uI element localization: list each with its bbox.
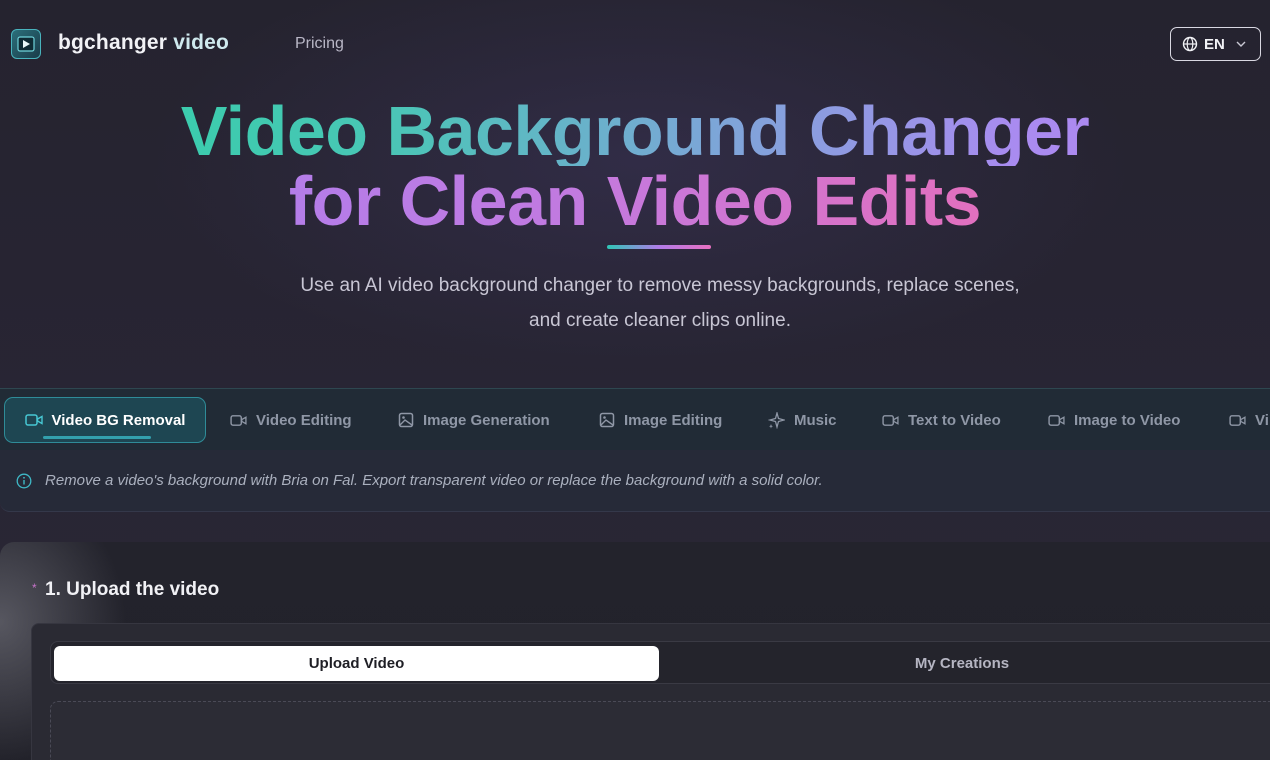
header: bgchanger video Pricing EN: [0, 0, 1270, 88]
info-icon: [16, 473, 32, 488]
tab-video-editing[interactable]: Video Editing: [230, 397, 352, 443]
video-camera-icon: [1229, 414, 1246, 426]
tab-image-editing[interactable]: Image Editing: [599, 397, 722, 443]
tab-label: Video BG Removal: [51, 411, 186, 429]
brand-name-part1: bgchanger: [58, 31, 168, 54]
tab-image-generation[interactable]: Image Generation: [398, 397, 550, 443]
tool-description-text: Remove a video's background with Bria on…: [45, 472, 823, 489]
hero-title-line1: Video Background Changer: [0, 96, 1270, 166]
video-camera-icon: [230, 414, 247, 426]
tab-label: Vi: [1255, 411, 1269, 429]
tab-label: Image to Video: [1074, 411, 1181, 429]
step-title: 1. Upload the video: [45, 579, 220, 600]
tab-label: Video Editing: [256, 411, 352, 429]
tab-image-to-video[interactable]: Image to Video: [1048, 397, 1180, 443]
video-camera-icon: [1048, 414, 1065, 426]
hero-title: Video Background Changer for Clean Video…: [0, 96, 1270, 236]
brand-name-part2: video: [173, 31, 230, 54]
tab-music[interactable]: Music: [768, 397, 837, 443]
tab-label: Music: [794, 411, 837, 429]
video-camera-icon: [24, 414, 43, 426]
sparkles-icon: [768, 411, 785, 429]
tab-label: Image Generation: [423, 411, 550, 429]
tab-video-partial[interactable]: Vi: [1229, 397, 1269, 443]
segment-my-creations[interactable]: My Creations: [662, 646, 1262, 681]
hero-title-underline: [607, 245, 711, 249]
video-dropzone[interactable]: [50, 701, 1270, 760]
segment-upload-video[interactable]: Upload Video: [54, 646, 659, 681]
video-camera-icon: [882, 414, 899, 426]
tool-description: Remove a video's background with Bria on…: [0, 450, 1270, 512]
tab-text-to-video[interactable]: Text to Video: [882, 397, 1001, 443]
language-selector[interactable]: EN: [1170, 27, 1261, 61]
brand-logo-icon[interactable]: [11, 29, 41, 59]
brand-name[interactable]: bgchanger video: [58, 31, 229, 55]
hero-subtitle: Use an AI video background changer to re…: [300, 275, 1020, 331]
nav-link-pricing[interactable]: Pricing: [295, 35, 344, 53]
language-label: EN: [1204, 35, 1225, 53]
tool-tabs: Video BG Removal Video Editing Image Gen…: [0, 388, 1270, 450]
required-marker: *: [32, 581, 37, 595]
image-icon: [398, 412, 414, 428]
image-icon: [599, 412, 615, 428]
page: bgchanger video Pricing EN Video Backgro…: [0, 0, 1270, 760]
chevron-down-icon: [1236, 41, 1246, 47]
hero-title-line2: for Clean Video Edits: [0, 166, 1270, 236]
tab-video-bg-removal[interactable]: Video BG Removal: [4, 397, 206, 443]
globe-icon: [1182, 36, 1198, 52]
tab-label: Text to Video: [908, 411, 1001, 429]
tab-label: Image Editing: [624, 411, 723, 429]
